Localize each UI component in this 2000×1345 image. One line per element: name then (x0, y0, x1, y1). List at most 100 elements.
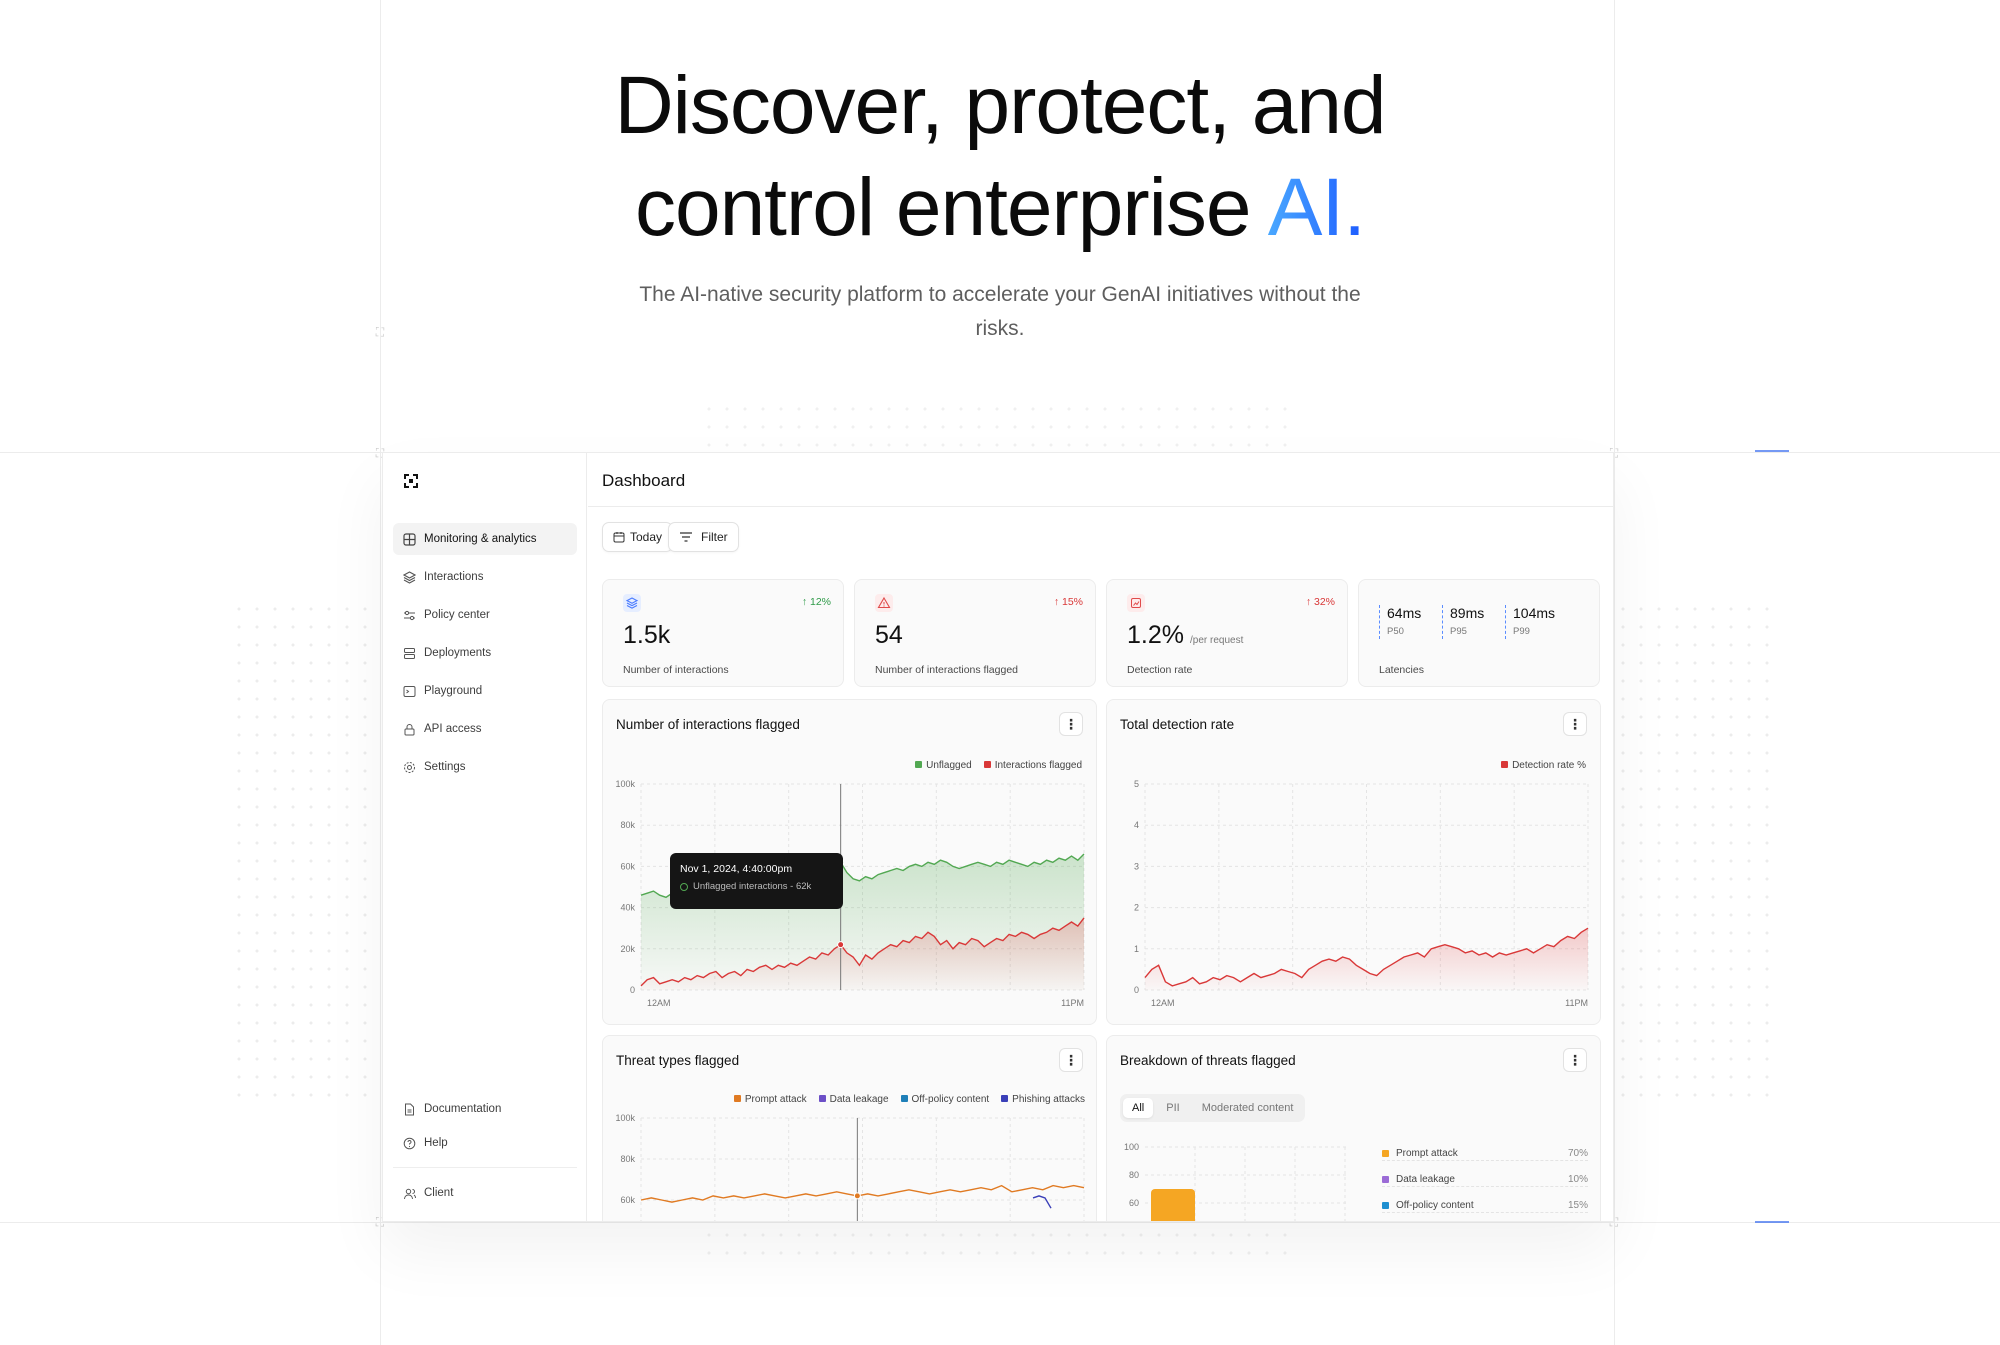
dot-pattern (700, 1226, 1300, 1266)
filter-label: Filter (701, 530, 728, 544)
sidebar-divider (393, 1167, 577, 1168)
chart-card-detection: Total detection rate ⋮ Detection rate % … (1106, 699, 1601, 1025)
sidebar-item-help[interactable]: Help (393, 1127, 577, 1159)
hover-point (853, 1192, 861, 1200)
latency-value: 104ms (1513, 605, 1556, 621)
sidebar-item-monitoring[interactable]: Monitoring & analytics (393, 523, 577, 555)
dot-pattern (700, 400, 1300, 450)
y-tick-label: 4 (1134, 820, 1139, 830)
arrow-up-icon: ↑ (1305, 596, 1312, 608)
trend-value: 12% (809, 596, 831, 608)
breakdown-row: Prompt attack 70% (1382, 1147, 1588, 1161)
hero-title-line1: Discover, protect, and (614, 60, 1386, 151)
stat-value: 1.2% /per request (1127, 621, 1243, 650)
sidebar-item-label: API access (424, 723, 482, 735)
y-tick-label: 40k (620, 903, 635, 913)
chart-tooltip: Nov 1, 2024, 4:40:00pm Unflagged interac… (670, 853, 843, 909)
chart-icon (1127, 594, 1145, 612)
stat-value: 1.5k (623, 621, 671, 649)
tooltip-text: Unflagged interactions - 62k (693, 881, 812, 892)
y-tick-label: 60 (1129, 1198, 1139, 1208)
latency-p50: 64ms P50 (1379, 605, 1421, 639)
y-tick-label: 100k (615, 1113, 635, 1123)
sliders-icon (404, 610, 415, 620)
breakdown-label: Prompt attack (1396, 1148, 1458, 1159)
stat-card-detection-rate: ↑ 32% 1.2% /per request Detection rate (1106, 579, 1348, 687)
grid-icon (403, 532, 416, 546)
dashboard-app: Monitoring & analytics Interactions Poli… (382, 452, 1614, 1222)
trend-value: 32% (1313, 596, 1335, 608)
sidebar-item-label: Playground (424, 685, 483, 697)
latency-percentile: P99 (1513, 626, 1530, 637)
document-icon (405, 1103, 414, 1115)
y-tick-label: 3 (1134, 861, 1139, 871)
trend-value: 15% (1061, 596, 1083, 608)
stat-label: Detection rate (1127, 664, 1193, 676)
dot-pattern (1614, 600, 1774, 1100)
stat-card-latencies: 64ms P50 89ms P95 104ms P99 Latencies (1358, 579, 1600, 687)
sidebar-item-api-access[interactable]: API access (393, 713, 577, 745)
stat-card-interactions: ↑ 12% 1.5k Number of interactions (602, 579, 844, 687)
main-content: Dashboard Today Filter ↑ 12% 1.5k Number… (588, 453, 1613, 1221)
latency-percentile: P95 (1450, 626, 1467, 637)
stat-label: Number of interactions flagged (875, 664, 1018, 676)
breakdown-chart: 406080100 (1124, 1142, 1347, 1221)
y-tick-label: 5 (1134, 779, 1139, 789)
tooltip-date: Nov 1, 2024, 4:40:00pm (680, 863, 793, 875)
sidebar-item-label: Help (424, 1137, 448, 1149)
server-icon (404, 647, 415, 659)
breakdown-pct: 15% (1567, 1200, 1588, 1211)
sidebar-item-interactions[interactable]: Interactions (393, 561, 577, 593)
hero-title-line2: control enterprise AI. (0, 157, 2000, 259)
sidebar-item-documentation[interactable]: Documentation (393, 1093, 577, 1125)
stat-number: 1.2% (1127, 621, 1184, 649)
y-tick-label: 20k (620, 944, 635, 954)
sidebar-item-playground[interactable]: Playground (393, 675, 577, 707)
sidebar-item-policy-center[interactable]: Policy center (393, 599, 577, 631)
legend-swatch (1382, 1150, 1389, 1157)
y-tick-label: 60k (620, 1195, 635, 1205)
main-header: Dashboard (588, 453, 1613, 507)
sidebar-item-label: Documentation (424, 1103, 502, 1115)
sidebar-item-deployments[interactable]: Deployments (393, 637, 577, 669)
y-tick-label: 2 (1134, 903, 1139, 913)
tooltip-marker-icon (680, 882, 688, 891)
date-range-button[interactable]: Today (602, 522, 674, 552)
legend-swatch (1382, 1202, 1389, 1209)
trend-badge: ↑ 12% (802, 596, 831, 608)
breakdown-pct: 10% (1567, 1174, 1588, 1185)
user-menu[interactable]: Client (393, 1177, 577, 1209)
lock-icon (404, 723, 415, 735)
detection-chart: 0 1 2 3 4 5 12AM 11PM (1134, 779, 1589, 1008)
y-tick-label: 1 (1134, 944, 1139, 954)
brand-logo-icon (404, 474, 418, 488)
bar-prompt-attack (1151, 1189, 1195, 1221)
calendar-icon (613, 532, 625, 543)
accent-mark (1755, 450, 1789, 452)
frame-guide (0, 1222, 2000, 1223)
gear-icon (404, 761, 415, 773)
y-tick-label: 0 (1134, 985, 1139, 995)
corner-marker-icon: ⛶ (375, 325, 385, 339)
breakdown-row: Off-policy content 15% (1382, 1199, 1588, 1213)
latency-value: 64ms (1387, 605, 1422, 621)
latency-p95: 89ms P95 (1442, 605, 1484, 639)
layers-icon (403, 570, 416, 584)
page-title: Dashboard (602, 471, 686, 490)
user-icon (404, 1188, 416, 1199)
sidebar-item-label: Deployments (424, 647, 492, 659)
sidebar-item-settings[interactable]: Settings (393, 751, 577, 783)
filter-button[interactable]: Filter (668, 522, 739, 552)
breakdown-label: Off-policy content (1396, 1200, 1474, 1211)
latency-value: 89ms (1450, 605, 1485, 621)
arrow-up-icon: ↑ (801, 596, 808, 608)
breakdown-pct: 70% (1567, 1148, 1588, 1159)
stat-value: 54 (875, 621, 903, 649)
hover-point (837, 941, 845, 949)
x-tick-label: 11PM (1061, 998, 1084, 1008)
threat-types-chart: 60k 80k 100k (615, 1113, 1085, 1221)
chart-card-threat-types: Threat types flagged ⋮ Prompt attack Dat… (602, 1035, 1097, 1221)
trend-badge: ↑ 15% (1054, 596, 1083, 608)
breakdown-label: Data leakage (1396, 1174, 1455, 1185)
stat-label: Number of interactions (623, 664, 729, 676)
